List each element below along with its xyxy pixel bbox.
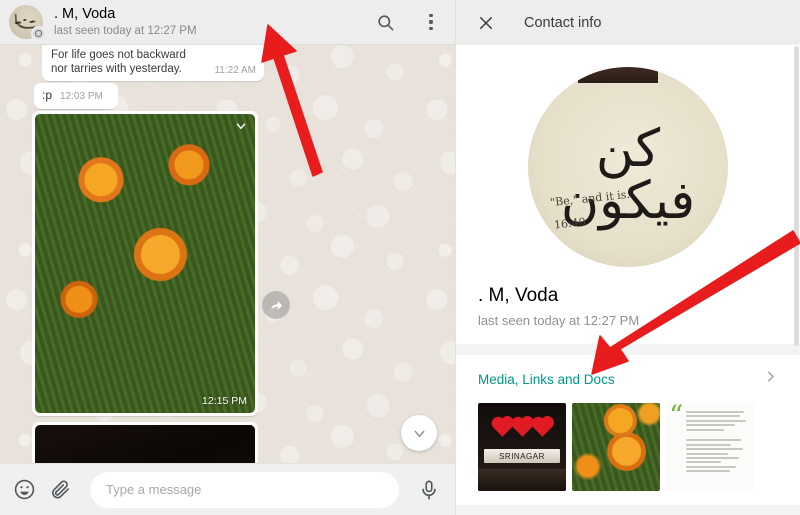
message-input-wrapper[interactable] xyxy=(90,471,399,508)
media-thumbnail-strip: SRINAGAR “ xyxy=(456,399,800,505)
contact-profile-photo-wrapper[interactable]: كن فيكون "Be," and it is. 16:40 xyxy=(456,63,800,283)
chat-contact-name: . M, Voda xyxy=(54,5,116,22)
paperclip-icon[interactable] xyxy=(48,478,72,502)
quote-text-lines xyxy=(686,409,749,473)
message-timestamp: 11:22 AM xyxy=(214,65,256,76)
message-bubble-image[interactable]: 12:15 PM xyxy=(32,111,258,416)
contact-info-header: Contact info xyxy=(456,0,800,45)
contact-name: . M, Voda xyxy=(478,285,559,306)
media-links-docs-label: Media, Links and Docs xyxy=(478,371,615,387)
image-flowers[interactable]: 12:15 PM xyxy=(35,114,255,413)
message-input[interactable] xyxy=(106,482,383,497)
image-dark[interactable] xyxy=(35,425,255,463)
avatar-status-badge xyxy=(31,26,46,41)
message-bubble-text[interactable]: For life goes not backward nor tarries w… xyxy=(42,45,264,81)
menu-dots-icon[interactable] xyxy=(419,10,443,34)
contact-last-seen: last seen today at 12:27 PM xyxy=(478,313,640,328)
contact-profile-photo[interactable]: كن فيكون "Be," and it is. 16:40 xyxy=(528,67,728,267)
microphone-icon[interactable] xyxy=(417,478,441,502)
media-thumbnail-flowers[interactable] xyxy=(572,403,660,491)
emoji-smiley-icon[interactable] xyxy=(12,478,36,502)
chat-header: . M, Voda last seen today at 12:27 PM xyxy=(0,0,455,45)
message-composer xyxy=(0,463,455,515)
forward-arrow-icon[interactable] xyxy=(262,291,290,319)
message-scroll-area[interactable]: For life goes not backward nor tarries w… xyxy=(0,45,455,463)
contact-info-title: Contact info xyxy=(524,14,602,31)
message-text: :p xyxy=(42,88,53,102)
media-thumbnail-night-hearts[interactable]: SRINAGAR xyxy=(478,403,566,491)
scroll-to-bottom-button[interactable] xyxy=(401,415,437,451)
message-bubble-image[interactable] xyxy=(32,422,258,463)
section-divider xyxy=(456,344,800,355)
quote-mark-icon: “ xyxy=(669,403,684,432)
contact-avatar[interactable] xyxy=(9,5,46,41)
contact-info-panel: Contact info كن فيكون "Be," and it is. 1… xyxy=(455,0,800,515)
media-thumbnail-quote[interactable]: “ xyxy=(666,403,754,491)
photo-edge-strip xyxy=(578,67,658,83)
close-x-icon[interactable] xyxy=(474,11,498,35)
message-timestamp: 12:03 PM xyxy=(60,91,103,102)
contact-info-scrollbar[interactable] xyxy=(794,46,799,346)
chat-pane: . M, Voda last seen today at 12:27 PM Fo… xyxy=(0,0,455,515)
message-timestamp: 12:15 PM xyxy=(202,395,247,407)
chevron-down-icon[interactable] xyxy=(233,118,249,134)
ground-area xyxy=(478,469,566,491)
search-icon[interactable] xyxy=(373,10,397,34)
chat-header-text: . M, Voda last seen today at 12:27 PM xyxy=(54,6,373,39)
message-bubble-text[interactable]: :p 12:03 PM xyxy=(34,83,118,109)
chevron-right-icon[interactable] xyxy=(763,369,778,389)
contact-info-scroll[interactable]: كن فيكون "Be," and it is. 16:40 . M, Vod… xyxy=(456,45,800,515)
message-list[interactable]: For life goes not backward nor tarries w… xyxy=(0,45,455,463)
whatsapp-web-window: . M, Voda last seen today at 12:27 PM Fo… xyxy=(0,0,800,515)
city-sign-text: SRINAGAR xyxy=(484,449,560,463)
contact-identity-card: كن فيكون "Be," and it is. 16:40 . M, Vod… xyxy=(456,45,800,344)
hearts-decoration xyxy=(478,418,566,437)
chat-header-actions xyxy=(373,10,443,34)
media-links-docs-row[interactable]: Media, Links and Docs xyxy=(456,355,800,399)
chat-contact-status: last seen today at 12:27 PM xyxy=(54,24,197,37)
calligraphy-text: كن فيكون xyxy=(560,119,696,231)
